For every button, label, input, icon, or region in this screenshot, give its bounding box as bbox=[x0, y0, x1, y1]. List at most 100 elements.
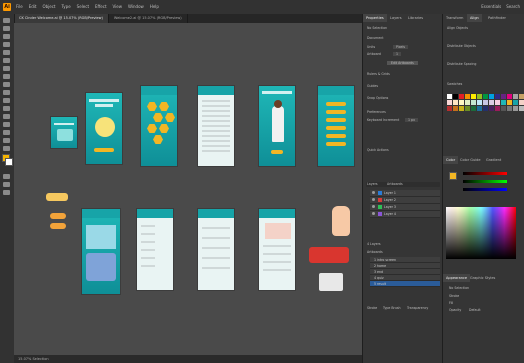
tab-layers-panel[interactable]: Layers bbox=[367, 182, 378, 186]
menu-effect[interactable]: Effect bbox=[95, 4, 107, 9]
menu-object[interactable]: Object bbox=[42, 4, 55, 9]
sketch-illustration[interactable] bbox=[319, 273, 343, 291]
layer-row[interactable]: Layer 1 bbox=[370, 190, 440, 197]
pencil-tool-icon[interactable] bbox=[3, 82, 10, 87]
workspace-switcher[interactable]: Essentials bbox=[481, 4, 501, 9]
hand-illustration[interactable] bbox=[332, 206, 350, 236]
artboard-select[interactable]: 1 bbox=[393, 52, 402, 56]
layer-row[interactable]: Layer 4 bbox=[370, 211, 440, 218]
eyedropper-tool-icon[interactable] bbox=[3, 130, 10, 135]
eraser-tool-icon[interactable] bbox=[3, 90, 10, 95]
paintbrush-tool-icon[interactable] bbox=[3, 74, 10, 79]
tab-gradient[interactable]: Gradient bbox=[483, 156, 504, 164]
direct-selection-tool-icon[interactable] bbox=[3, 26, 10, 31]
tab-artboards-list[interactable]: Artboards bbox=[367, 250, 383, 254]
green-slider[interactable] bbox=[463, 180, 507, 183]
artboard-lab-tools[interactable] bbox=[81, 208, 121, 295]
quick-actions-label: Quick Actions bbox=[367, 148, 389, 152]
color-spectrum[interactable] bbox=[446, 207, 516, 259]
tab-document-2[interactable]: Welcome2.ai @ 15.07% (RGB/Preview) bbox=[109, 14, 188, 23]
artboard-result[interactable] bbox=[258, 208, 296, 291]
layer-row[interactable]: Layer 2 bbox=[370, 197, 440, 204]
tab-type-brush[interactable]: Type Brush bbox=[383, 306, 401, 310]
eye-icon[interactable] bbox=[372, 205, 375, 208]
edit-toolbar-icon[interactable] bbox=[3, 190, 10, 195]
type-tool-icon[interactable] bbox=[3, 50, 10, 55]
menu-view[interactable]: View bbox=[113, 4, 123, 9]
width-tool-icon[interactable] bbox=[3, 114, 10, 119]
layer-row[interactable]: Layer 3 bbox=[370, 204, 440, 211]
artboard-tool-icon[interactable] bbox=[3, 138, 10, 143]
artboard-icon-preview[interactable] bbox=[50, 116, 78, 149]
menu-help[interactable]: Help bbox=[150, 4, 159, 9]
tab-properties[interactable]: Properties bbox=[363, 14, 387, 22]
draw-mode-icon[interactable] bbox=[3, 174, 10, 179]
tab-artboards-panel[interactable]: Artboards bbox=[387, 182, 403, 186]
selection-tool-icon[interactable] bbox=[3, 18, 10, 23]
menu-type[interactable]: Type bbox=[61, 4, 70, 9]
swatches-grid[interactable] bbox=[447, 94, 524, 111]
artboard-menu[interactable] bbox=[317, 85, 355, 167]
eye-icon[interactable] bbox=[372, 198, 375, 201]
scale-tool-icon[interactable] bbox=[3, 106, 10, 111]
tab-document-1[interactable]: CK Cinder Welcome.ai @ 15.07% (RGB/Previ… bbox=[14, 14, 109, 23]
artboard-intro-screen[interactable] bbox=[85, 92, 123, 165]
artboard-quiz[interactable] bbox=[136, 208, 174, 291]
tab-layers[interactable]: Layers bbox=[387, 14, 405, 22]
units-label: Units bbox=[367, 45, 376, 49]
loose-shape[interactable] bbox=[46, 193, 68, 201]
tab-graphic-styles[interactable]: Graphic Styles bbox=[467, 274, 498, 282]
menu-window[interactable]: Window bbox=[128, 4, 144, 9]
right-panel-dock: Transform Align Pathfinder Align Objects… bbox=[442, 14, 524, 363]
eye-icon[interactable] bbox=[372, 212, 375, 215]
blue-slider[interactable] bbox=[463, 188, 507, 191]
appearance-fill-label: Fill bbox=[449, 301, 454, 305]
tab-pathfinder[interactable]: Pathfinder bbox=[485, 14, 509, 22]
appearance-no-selection: No Selection bbox=[449, 286, 470, 290]
loose-shape[interactable] bbox=[50, 223, 66, 229]
menu-file[interactable]: File bbox=[16, 4, 23, 9]
tab-appearance[interactable]: Appearance bbox=[443, 274, 471, 282]
artboard-checklist[interactable] bbox=[197, 208, 235, 291]
distribute-objects-label: Distribute Objects bbox=[447, 44, 476, 48]
line-tool-icon[interactable] bbox=[3, 58, 10, 63]
appearance-opacity-label: Opacity bbox=[449, 308, 462, 312]
tab-color-guide[interactable]: Color Guide bbox=[457, 156, 484, 164]
pen-tool-icon[interactable] bbox=[3, 34, 10, 39]
shape-builder-tool-icon[interactable] bbox=[3, 122, 10, 127]
rulers-label: Rulers & Grids bbox=[367, 72, 390, 76]
rectangle-tool-icon[interactable] bbox=[3, 66, 10, 71]
keyboard-increment-input[interactable]: 1 px bbox=[405, 118, 418, 122]
menu-edit[interactable]: Edit bbox=[29, 4, 37, 9]
stroke-swatch[interactable] bbox=[5, 158, 13, 166]
loose-shape[interactable] bbox=[50, 213, 66, 219]
red-slider[interactable] bbox=[463, 172, 507, 175]
document-tabs: CK Cinder Welcome.ai @ 15.07% (RGB/Previ… bbox=[14, 14, 362, 23]
tab-color[interactable]: Color bbox=[443, 156, 459, 164]
curvature-tool-icon[interactable] bbox=[3, 42, 10, 47]
hand-tool-icon[interactable] bbox=[3, 146, 10, 151]
artboard-scientist[interactable] bbox=[258, 85, 296, 167]
units-select[interactable]: Pixels bbox=[393, 45, 409, 49]
tab-transparency[interactable]: Transparency bbox=[407, 306, 428, 310]
rotate-tool-icon[interactable] bbox=[3, 98, 10, 103]
eye-icon[interactable] bbox=[372, 191, 375, 194]
color-fill-swatch[interactable] bbox=[449, 172, 457, 180]
tab-stroke[interactable]: Stroke bbox=[367, 306, 377, 310]
appearance-opacity-value[interactable]: Default bbox=[469, 308, 481, 312]
search-button[interactable]: Search bbox=[506, 4, 520, 9]
menu-bar: Ai File Edit Object Type Select Effect V… bbox=[0, 0, 524, 15]
menu-select[interactable]: Select bbox=[77, 4, 89, 9]
tab-transform[interactable]: Transform bbox=[443, 14, 466, 22]
screen-mode-icon[interactable] bbox=[3, 182, 10, 187]
layers-count: 4 Layers bbox=[367, 242, 381, 246]
canvas[interactable] bbox=[14, 23, 362, 363]
artboard-row[interactable]: 5 result bbox=[370, 281, 440, 287]
tab-libraries[interactable]: Libraries bbox=[405, 14, 426, 22]
tab-align[interactable]: Align bbox=[467, 14, 482, 22]
edit-artboards-button[interactable]: Edit Artboards bbox=[387, 61, 418, 65]
artboard-instructions[interactable] bbox=[197, 85, 235, 167]
properties-panel: Properties Layers Libraries No Selection… bbox=[362, 14, 443, 363]
flask-row-illustration[interactable] bbox=[309, 247, 349, 263]
artboard-home[interactable] bbox=[140, 85, 178, 167]
